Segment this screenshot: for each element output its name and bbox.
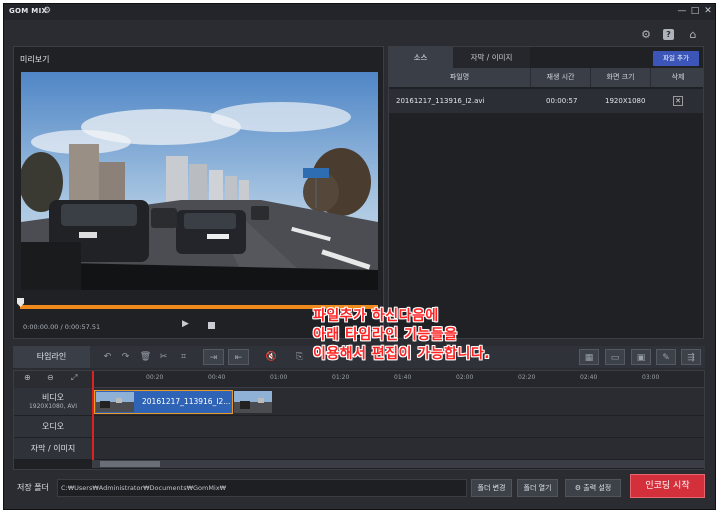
video-clip[interactable]: 20161217_113916_I2... [94,390,233,414]
ruler-tick: 01:40 [394,374,412,381]
film-icon[interactable]: ▦ [579,349,599,365]
app-window: GOM MIX ⚙ — □ ✕ ⚙ ? ⌂ 미리보기 0:00:00.00 / … [3,3,716,510]
zoom-in-icon[interactable]: ⊕ [24,373,31,382]
column-delete: 삭제 [671,73,685,81]
preview-title: 미리보기 [20,55,50,64]
clip-thumbnail-image [96,392,134,412]
mute-icon[interactable]: 🔇 [263,349,280,365]
insert-icon[interactable]: ⎘ [291,349,308,365]
save-path-field[interactable]: C:₩Users₩Administrator₩Documents₩GomMix₩ [57,479,467,497]
column-resolution[interactable]: 화면 크기 [591,68,651,87]
stop-button[interactable] [208,322,215,329]
save-icon[interactable]: ▣ [631,349,651,365]
annotation-text: 파일추가 하신다음에 아래 타임라인 기능들을 이용해서 편집이 가능합니다. [313,307,490,364]
playhead[interactable] [92,371,94,460]
close-button[interactable]: ✕ [702,5,714,17]
timeline-label: 타임라인 [13,346,90,368]
trash-icon[interactable]: 🗑 [137,349,154,365]
settings-gear-icon: ⚙ [574,484,582,492]
source-panel: 소스 자막 / 이미지 파일 추가 파일명 재생 시간 화면 크기 삭제 201… [388,46,704,339]
output-settings-label: 출력 설정 [583,484,612,492]
help-icon[interactable]: ? [663,29,674,40]
title-bar: GOM MIX ⚙ — □ ✕ [4,4,715,20]
open-folder-button[interactable]: 폴더 열기 [517,479,558,497]
clip-name: 20161217_113916_I2... [142,397,231,406]
bottom-bar: 저장 폴더 C:₩Users₩Administrator₩Documents₩G… [13,474,705,499]
track-video-info: 1920X1080, AVI [28,403,78,410]
folder-icon[interactable]: ▭ [605,349,625,365]
timeline-scrollbar[interactable] [92,460,704,468]
ruler-tick: 00:20 [146,374,164,381]
redo-icon[interactable]: ↷ [117,349,134,365]
ruler-tick: 00:40 [208,374,226,381]
file-table-header: 파일명 재생 시간 화면 크기 삭제 [389,68,703,87]
scrollbar-thumb[interactable] [100,461,160,467]
annotation-line: 파일추가 하신다음에 [313,308,439,324]
edit-icon[interactable]: ✎ [656,349,676,365]
ruler-tick: 01:00 [270,374,288,381]
maximize-button[interactable]: □ [689,5,701,17]
time-ruler[interactable]: 00:20 00:40 01:00 01:20 01:40 02:00 02:2… [92,371,704,388]
ruler-tick: 02:00 [456,374,474,381]
output-settings-button[interactable]: ⚙ 출력 설정 [565,479,621,497]
column-duration[interactable]: 재생 시간 [531,68,591,87]
clip-end-thumbnail-image [234,391,272,413]
change-folder-button[interactable]: 폴더 변경 [471,479,512,497]
zoom-out-icon[interactable]: ⊖ [47,373,54,382]
cell-resolution: 1920X1080 [605,97,646,105]
column-filename[interactable]: 파일명 [389,68,531,87]
cell-filename: 20161217_113916_I2.avi [396,97,485,105]
table-row[interactable]: 20161217_113916_I2.avi 00:00:57 1920X108… [389,89,703,113]
annotation-line: 아래 타임라인 기능들을 [313,327,458,343]
cut-icon[interactable]: ✂ [155,349,172,365]
title-gear-icon[interactable]: ⚙ [43,6,51,16]
preview-panel: 미리보기 0:00:00.00 / 0:00:57.51 ▶ [13,46,384,339]
clip-thumbnail [96,392,134,412]
ruler-tick: 02:20 [518,374,536,381]
export-icon[interactable]: ⇶ [681,349,701,365]
track-audio[interactable] [92,416,704,438]
fit-icon[interactable]: ⤢ [71,373,77,383]
split-right-icon[interactable]: ⇤ [228,349,249,365]
clip-end-thumbnail[interactable] [234,391,272,413]
delete-icon[interactable]: ✕ [673,96,683,106]
zoom-bar: ⊕ ⊖ ⤢ [14,371,92,388]
track-video-name: 비디오 [41,393,65,402]
app-title: GOM MIX [9,7,48,15]
crop-icon[interactable]: ⌗ [175,349,192,365]
save-folder-label: 저장 폴더 [17,483,49,492]
add-file-button[interactable]: 파일 추가 [653,51,699,66]
gear-icon[interactable]: ⚙ [639,28,653,42]
minimize-button[interactable]: — [676,5,688,17]
home-icon[interactable]: ⌂ [686,28,700,42]
tab-source[interactable]: 소스 [389,47,452,68]
encode-start-button[interactable]: 인코딩 시작 [630,474,705,498]
track-label-video: 비디오 1920X1080, AVI [14,388,92,416]
ruler-tick: 03:00 [642,374,660,381]
undo-icon[interactable]: ↶ [99,349,116,365]
cell-duration: 00:00:57 [546,97,578,105]
track-label-audio: 오디오 [14,416,92,438]
annotation-line: 이용해서 편집이 가능합니다. [313,346,491,362]
timeline: ⊕ ⊖ ⤢ 00:20 00:40 01:00 01:20 01:40 02:0… [13,370,705,470]
ruler-tick: 01:20 [332,374,350,381]
video-preview [21,72,378,290]
tab-subtitle-image[interactable]: 자막 / 이미지 [452,47,530,68]
track-label-subtitle: 자막 / 이미지 [14,438,92,460]
track-subtitle[interactable] [92,438,704,460]
video-frame-image [21,72,378,290]
split-left-icon[interactable]: ⇥ [203,349,224,365]
play-button[interactable]: ▶ [182,319,189,329]
timecode: 0:00:00.00 / 0:00:57.51 [23,323,101,331]
ruler-tick: 02:40 [580,374,598,381]
